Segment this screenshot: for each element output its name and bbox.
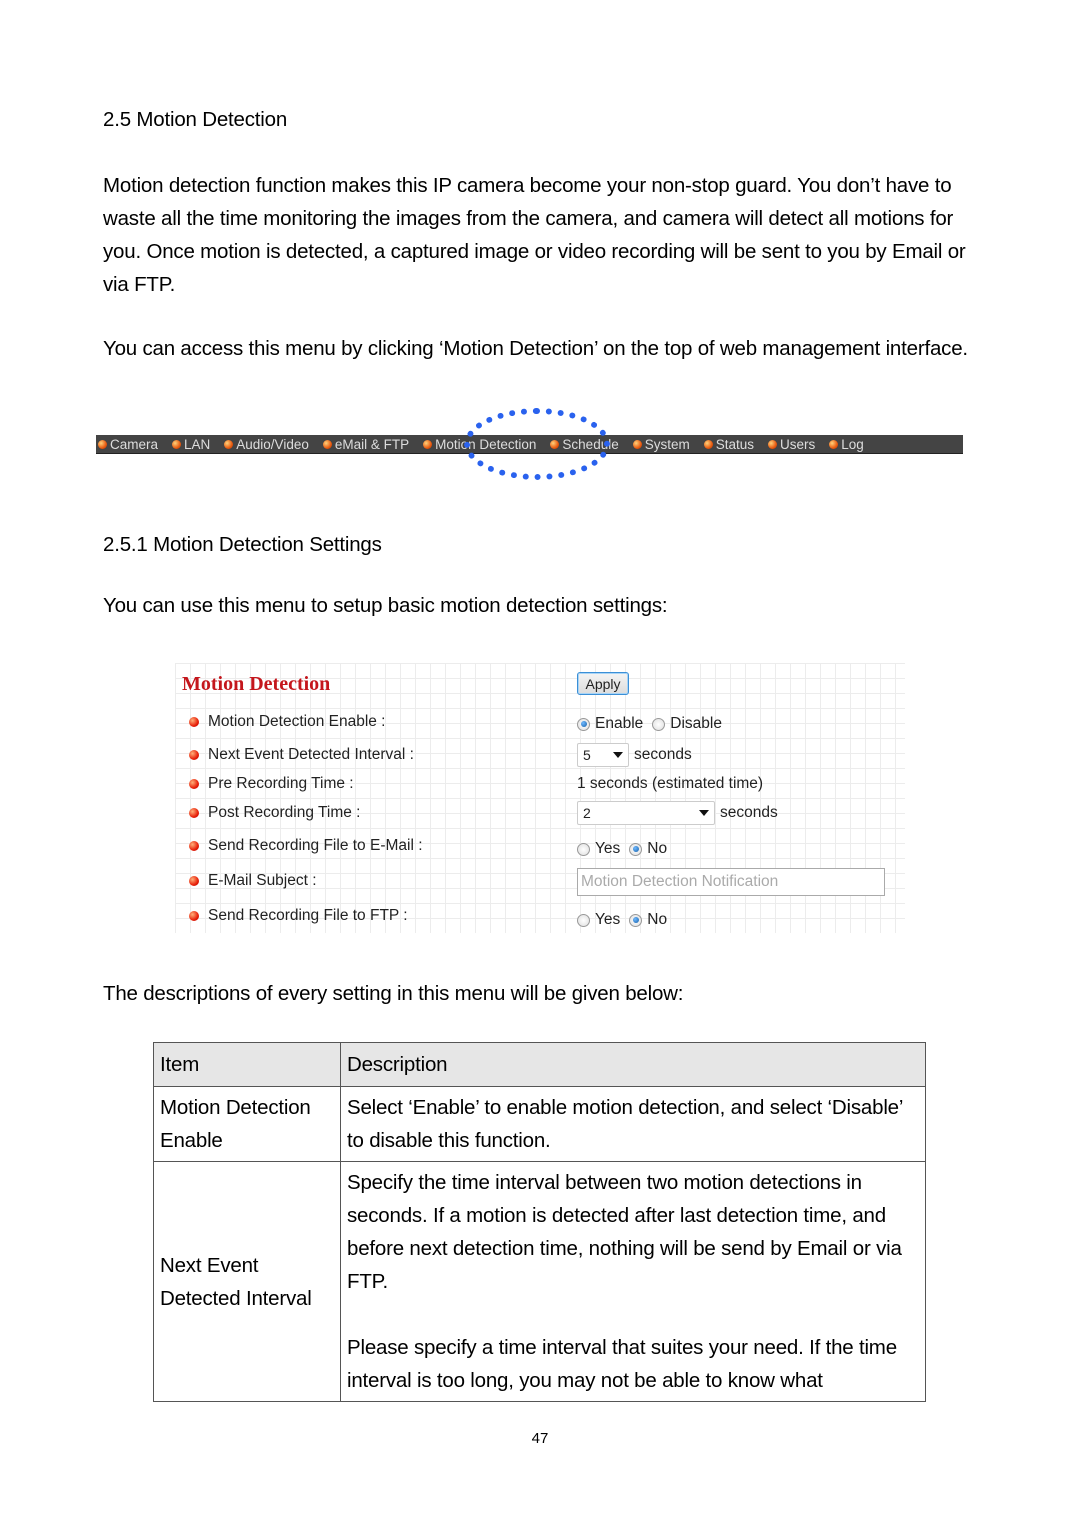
email-subject-input[interactable]: Motion Detection Notification [577,868,885,896]
nav-item-log[interactable]: Log [827,437,867,452]
panel-title: Motion Detection [182,673,331,695]
bullet-icon [189,808,199,818]
bullet-icon [189,841,199,851]
pre-recording-value: 1 seconds (estimated time) [577,775,764,792]
label-pre-recording-time: Pre Recording Time : [189,775,354,793]
radio-disable[interactable] [652,717,666,731]
nav-item-email-ftp[interactable]: eMail & FTP [321,437,412,452]
header-description: Description [340,1042,926,1087]
bullet-icon [189,717,199,727]
dropdown-arrow-icon [699,810,709,816]
post-recording-select[interactable]: 2 [577,801,715,825]
label-email-subject: E-Mail Subject : [189,872,317,890]
bullet-icon [768,439,778,449]
bullet-icon [550,439,560,449]
table-header-row: Item Description [153,1042,926,1087]
label-send-to-ftp: Send Recording File to FTP : [189,907,408,925]
bullet-icon [322,439,332,449]
access-paragraph: You can access this menu by clicking ‘Mo… [103,337,968,360]
bullet-icon [172,439,182,449]
bullet-icon [703,439,713,449]
bullet-icon [632,439,642,449]
item-cell: Next Event Detected Interval [153,1161,341,1402]
nav-item-motion-detection[interactable]: Motion Detection [421,437,539,452]
page-number: 47 [531,1430,549,1447]
interval-control: 5 seconds [577,743,692,767]
apply-button[interactable]: Apply [577,672,629,695]
table-row: Next Event Detected Interval Specify the… [153,1161,926,1402]
nav-item-schedule[interactable]: Schedule [548,437,621,452]
nav-item-camera[interactable]: Camera [96,437,161,452]
nav-item-system[interactable]: System [631,437,693,452]
bullet-icon [423,439,433,449]
label-post-recording-time: Post Recording Time : [189,804,360,822]
bullet-icon [189,876,199,886]
table-intro: The descriptions of every setting in thi… [103,982,684,1005]
radio-ftp-no[interactable] [629,913,643,927]
motion-detection-settings-panel: Motion Detection Apply Motion Detection … [175,663,905,933]
label-motion-detection-enable: Motion Detection Enable : [189,713,386,731]
dropdown-arrow-icon [613,752,623,758]
bullet-icon [189,750,199,760]
send-email-radio-group: Yes No [577,840,676,858]
label-send-to-email: Send Recording File to E-Mail : [189,837,423,855]
radio-enable[interactable] [577,717,590,731]
bullet-icon [189,779,199,789]
intro-paragraph: Motion detection function makes this IP … [103,174,966,296]
bullet-icon [98,439,107,449]
nav-item-audio-video[interactable]: Audio/Video [222,437,312,452]
bullet-icon [829,439,839,449]
settings-description-table: Item Description Motion Detection Enable… [153,1042,926,1402]
post-recording-control: 2 seconds [577,801,778,825]
radio-email-yes[interactable] [577,842,590,856]
subsection-heading: 2.5.1 Motion Detection Settings [103,533,382,556]
enable-radio-group: Enable Disable [577,715,731,733]
section-heading: 2.5 Motion Detection [103,108,288,131]
radio-email-no[interactable] [629,842,643,856]
send-ftp-radio-group: Yes No [577,911,676,929]
radio-ftp-yes[interactable] [577,913,590,927]
nav-item-status[interactable]: Status [702,437,757,452]
interval-select[interactable]: 5 [577,743,629,767]
bullet-icon [224,439,234,449]
item-cell: Motion Detection Enable [153,1086,341,1162]
description-cell: Select ‘Enable’ to enable motion detecti… [340,1086,926,1162]
header-item: Item [153,1042,341,1087]
subsection-intro: You can use this menu to setup basic mot… [103,594,668,617]
nav-item-users[interactable]: Users [766,437,818,452]
bullet-icon [189,911,199,921]
label-next-event-interval: Next Event Detected Interval : [189,746,414,764]
table-row: Motion Detection Enable Select ‘Enable’ … [153,1086,926,1162]
nav-item-lan[interactable]: LAN [170,437,213,452]
description-cell: Specify the time interval between two mo… [340,1161,926,1402]
web-nav-bar: Camera LAN Audio/Video eMail & FTP Motio… [96,435,963,454]
